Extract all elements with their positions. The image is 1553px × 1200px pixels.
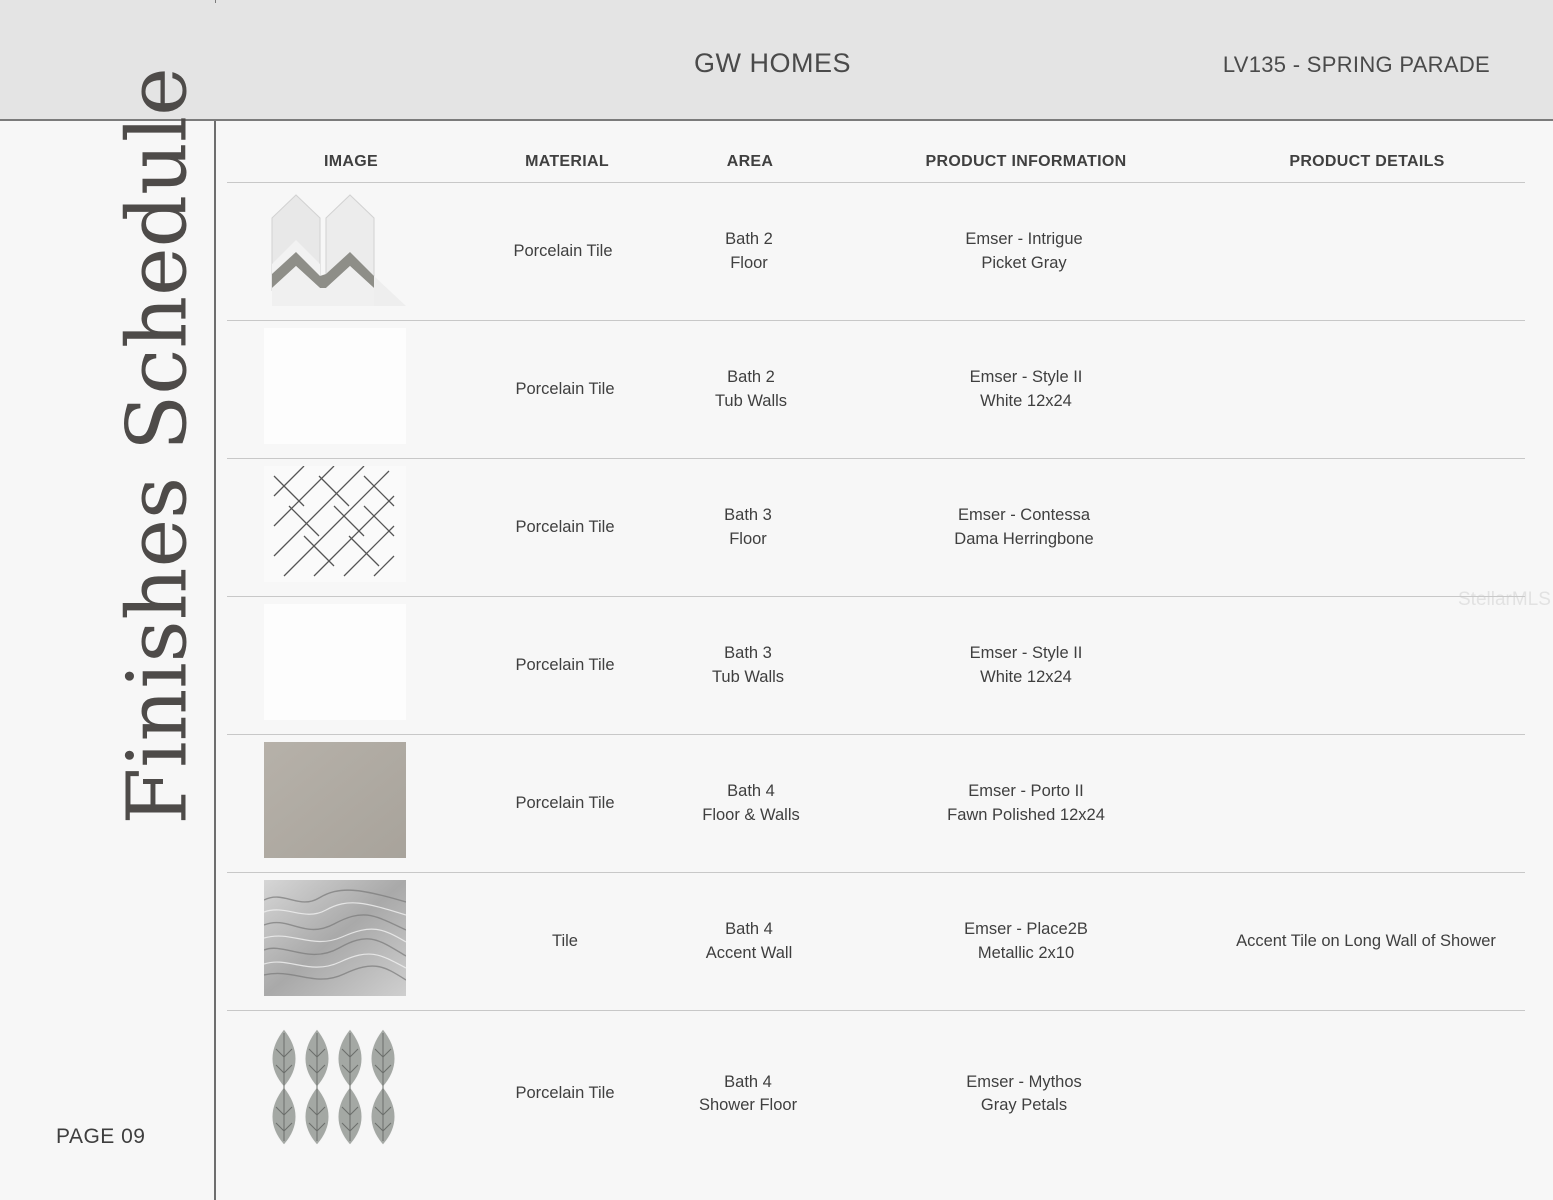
product-info-cell: Emser - Place2B Metallic 2x10	[964, 873, 1088, 1010]
product-brand: Emser - Contessa	[957, 506, 1091, 524]
project-name: LV135 - SPRING PARADE	[1222, 52, 1490, 77]
product-details-text: Accent Tile on Long Wall of Shower	[1236, 931, 1496, 950]
material-text: Porcelain Tile	[515, 655, 615, 674]
product-info-cell: Emser - Style II White 12x24	[970, 597, 1083, 734]
material-cell: Porcelain Tile	[515, 597, 614, 734]
product-name: Metallic 2x10	[977, 943, 1075, 962]
area-cell: Bath 4 Floor & Walls	[702, 735, 800, 872]
area-location: Accent Wall	[705, 943, 793, 962]
table-row: Porcelain Tile Bath 3 Floor Emser - Conte…	[227, 459, 1525, 597]
area-location: Floor	[729, 529, 767, 548]
area-location: Tub Walls	[714, 391, 788, 410]
product-brand: Emser - Mythos	[966, 1072, 1082, 1091]
column-header-area: AREA	[726, 153, 774, 170]
area-cell: Bath 2 Tub Walls	[715, 321, 787, 458]
area-cell: Bath 4 Shower Floor	[699, 1011, 797, 1177]
area-location: Floor & Walls	[702, 805, 800, 824]
white-tile-icon	[264, 328, 406, 444]
white-tile-icon	[264, 604, 406, 720]
material-cell: Porcelain Tile	[515, 735, 614, 872]
product-info-cell: Emser - Contessa Dama Herringbone	[954, 459, 1093, 596]
product-info-cell: Emser - Intrigue Picket Gray	[965, 183, 1082, 320]
material-text: Porcelain Tile	[515, 517, 615, 536]
product-name: Picket Gray	[981, 253, 1067, 272]
material-text: Porcelain Tile	[515, 1084, 615, 1103]
sidebar-divider	[214, 121, 216, 1200]
area-location: Tub Walls	[711, 667, 785, 686]
area-room: Bath 2	[727, 368, 775, 386]
material-text: Porcelain Tile	[515, 793, 615, 812]
product-brand: Emser - Place2B	[964, 920, 1088, 938]
herringbone-tile-icon	[264, 466, 406, 582]
column-header-product-details: PRODUCT DETAILS	[1289, 153, 1445, 170]
product-info-cell: Emser - Mythos Gray Petals	[966, 1011, 1082, 1177]
area-room: Bath 4	[727, 782, 775, 800]
product-info-cell: Emser - Porto II Fawn Polished 12x24	[947, 735, 1105, 872]
product-name: Dama Herringbone	[954, 529, 1094, 548]
column-header-material: MATERIAL	[525, 153, 609, 170]
area-room: Bath 3	[724, 644, 772, 662]
product-brand: Emser - Intrigue	[965, 230, 1083, 248]
product-name: White 12x24	[980, 667, 1072, 686]
area-room: Bath 2	[725, 230, 773, 248]
area-location: Shower Floor	[698, 1096, 798, 1114]
product-brand: Emser - Porto II	[968, 782, 1084, 800]
area-cell: Bath 3 Floor	[724, 459, 772, 596]
metallic-tile-icon	[264, 880, 406, 996]
page-title: Finishes Schedule	[110, 67, 206, 825]
product-info-cell: Emser - Style II White 12x24	[970, 321, 1083, 458]
table-header: IMAGE MATERIAL AREA PRODUCT INFORMATION …	[227, 140, 1525, 183]
table-row: Porcelain Tile Bath 4 Shower Floor Emser …	[227, 1011, 1525, 1177]
area-cell: Bath 2 Floor	[725, 183, 773, 320]
material-cell: Porcelain Tile	[515, 321, 614, 458]
material-cell: Porcelain Tile	[515, 1011, 614, 1177]
table-row: Tile Bath 4 Accent Wall Emser - Place2B Me…	[227, 873, 1525, 1011]
material-text: Porcelain Tile	[515, 379, 615, 398]
table-row: Porcelain Tile Bath 2 Floor Emser - Intri…	[227, 183, 1525, 321]
product-brand: Emser - Style II	[969, 644, 1083, 662]
product-name: Gray Petals	[980, 1096, 1068, 1114]
material-cell: Tile	[552, 873, 578, 1010]
product-name: Fawn Polished 12x24	[947, 805, 1105, 824]
header: GW HOMES LV135 - SPRING PARADE	[0, 0, 1553, 121]
finishes-table: IMAGE MATERIAL AREA PRODUCT INFORMATION …	[227, 140, 1525, 1177]
area-cell: Bath 4 Accent Wall	[706, 873, 793, 1010]
product-brand: Emser - Style II	[969, 368, 1083, 386]
area-room: Bath 3	[724, 506, 772, 524]
area-location: Floor	[730, 253, 768, 272]
header-divider-tick	[215, 0, 216, 3]
table-row: Porcelain Tile Bath 3 Tub Walls Emser - S…	[227, 597, 1525, 735]
material-cell: Porcelain Tile	[513, 183, 612, 320]
area-room: Bath 4	[724, 1072, 772, 1091]
column-header-image: IMAGE	[324, 153, 378, 170]
table-row: Porcelain Tile Bath 2 Tub Walls Emser - S…	[227, 321, 1525, 459]
area-room: Bath 4	[725, 920, 773, 938]
material-text: Porcelain Tile	[513, 241, 613, 260]
page-number: PAGE 09	[56, 1125, 146, 1148]
product-name: White 12x24	[980, 391, 1072, 410]
table-row: Porcelain Tile Bath 4 Floor & Walls Emser…	[227, 735, 1525, 873]
area-cell: Bath 3 Tub Walls	[712, 597, 784, 734]
material-text: Tile	[552, 931, 578, 950]
picket-gray-tile-icon	[264, 190, 406, 306]
column-header-product-information: PRODUCT INFORMATION	[925, 153, 1127, 170]
product-details-cell: Accent Tile on Long Wall of Shower	[1236, 873, 1496, 1010]
material-cell: Porcelain Tile	[515, 459, 614, 596]
fawn-tile-icon	[264, 742, 406, 858]
gray-petals-tile-icon	[264, 1029, 406, 1145]
